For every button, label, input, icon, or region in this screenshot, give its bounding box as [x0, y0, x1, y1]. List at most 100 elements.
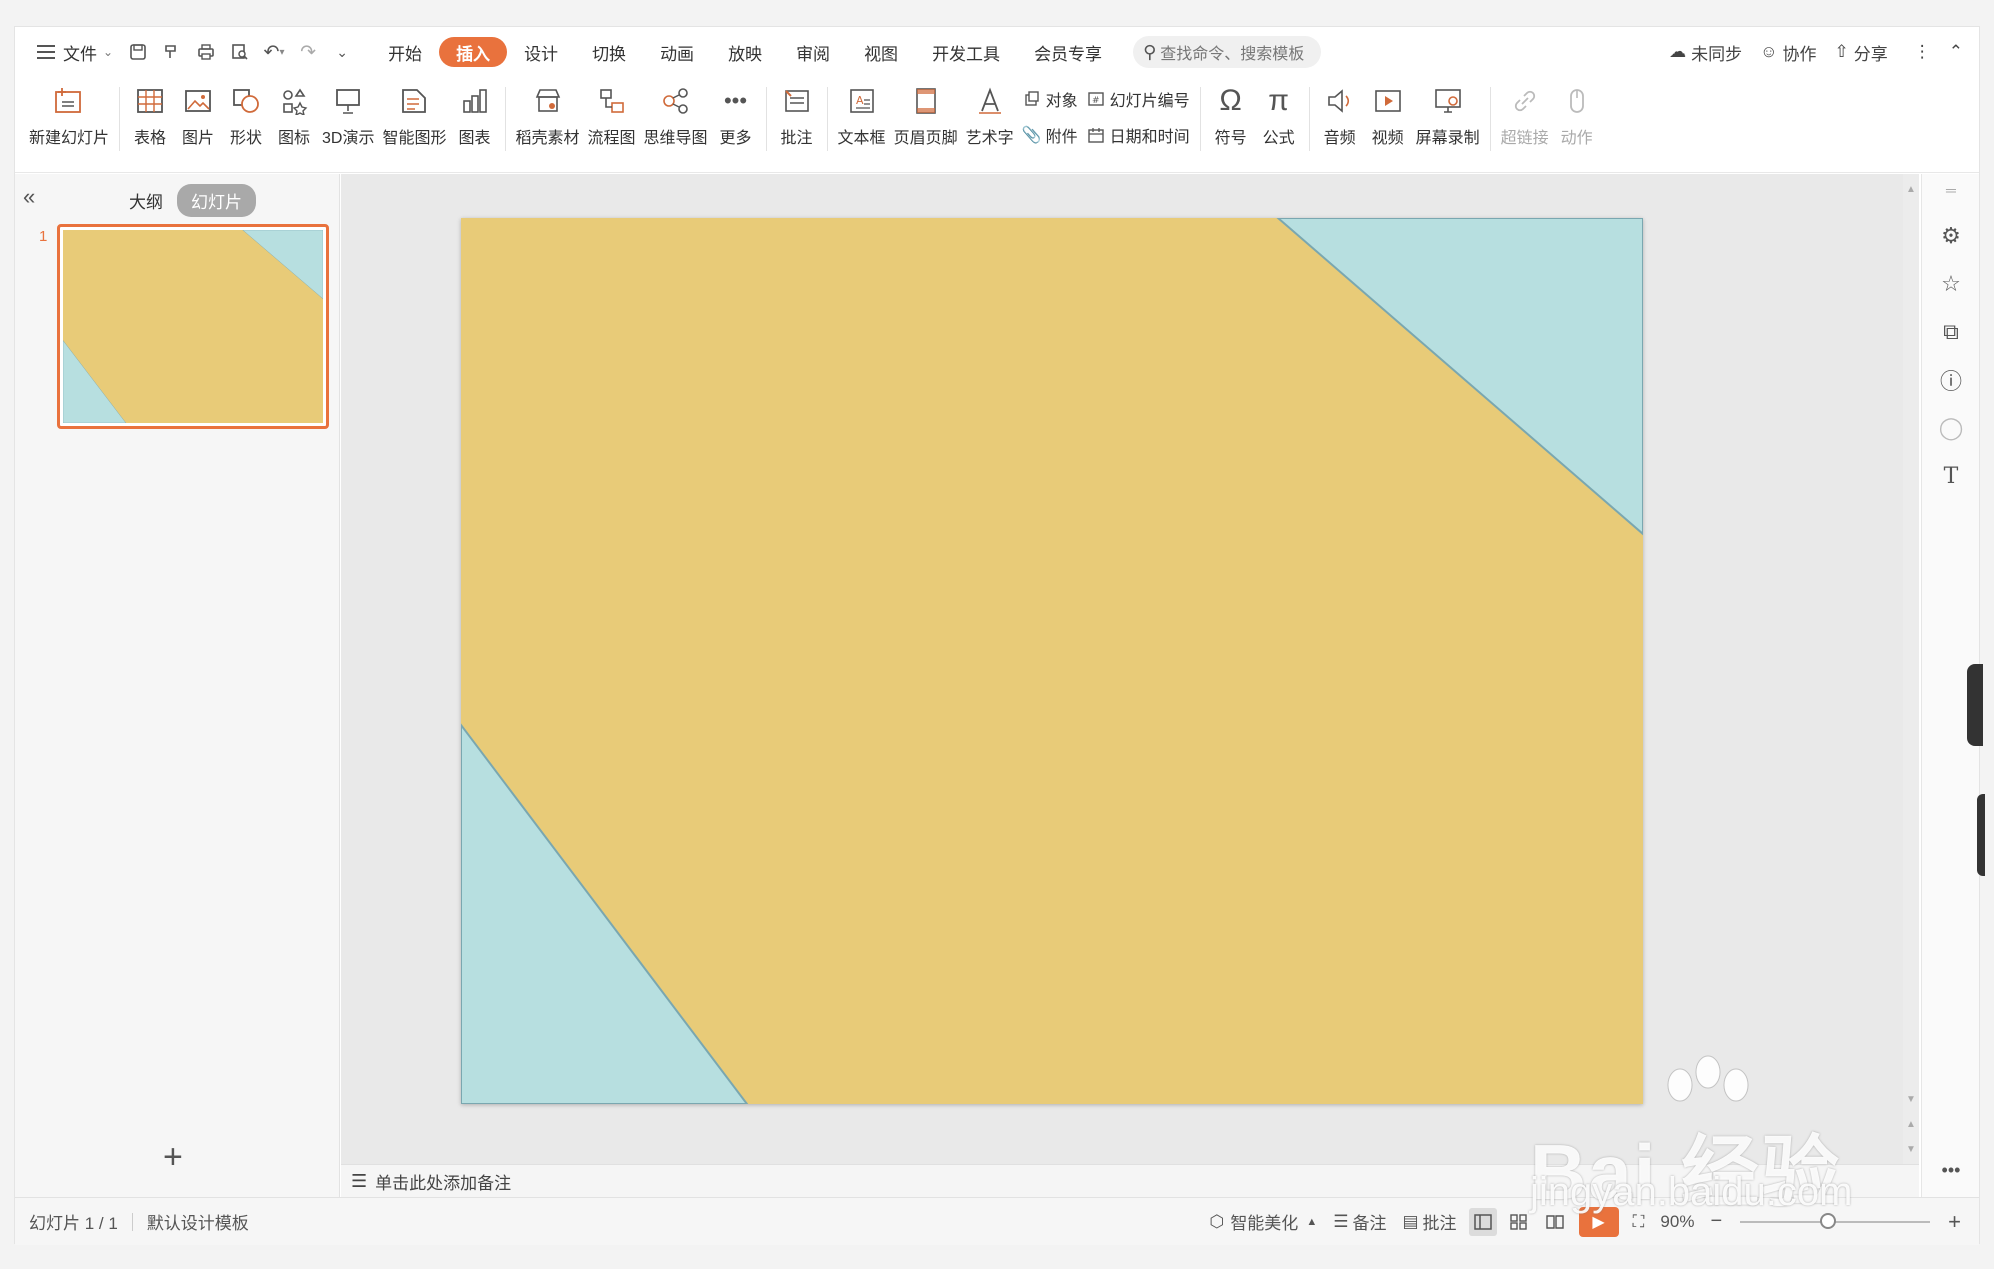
screen-record-button[interactable]: 屏幕录制: [1416, 77, 1480, 157]
vertical-scrollbar[interactable]: ▲ ▼ ▲ ▼: [1903, 174, 1919, 1164]
text-format-icon[interactable]: T: [1939, 464, 1963, 489]
ribbon-divider: [826, 87, 828, 151]
copy-layout-icon[interactable]: ⧉: [1939, 319, 1963, 344]
help-icon[interactable]: ⓘ: [1939, 368, 1963, 394]
side-panel-handle[interactable]: [1967, 664, 1983, 746]
zoom-out-icon[interactable]: −: [1702, 1210, 1730, 1233]
format-painter-icon[interactable]: [155, 36, 189, 68]
comments-toggle-button[interactable]: ▤ 批注: [1394, 1209, 1464, 1234]
save-icon[interactable]: [121, 36, 155, 68]
icon-library-button[interactable]: 图标: [274, 77, 314, 157]
template-name[interactable]: 默认设计模板: [133, 1209, 263, 1234]
side-panel-handle[interactable]: [1977, 794, 1985, 876]
lightbulb-icon[interactable]: ◯: [1939, 415, 1964, 440]
tab-slides[interactable]: 幻灯片: [177, 184, 256, 217]
print-preview-icon[interactable]: [223, 36, 257, 68]
hyperlink-button[interactable]: 超链接: [1501, 77, 1549, 157]
mindmap-label: 思维导图: [643, 130, 708, 147]
sync-status-button[interactable]: ☁ 未同步: [1669, 40, 1742, 65]
flowchart-button[interactable]: 流程图: [588, 77, 636, 157]
daoke-material-button[interactable]: 稻壳素材: [516, 77, 580, 157]
more-button[interactable]: ••• 更多: [716, 77, 756, 157]
undo-icon[interactable]: ↶ ▾: [257, 36, 291, 68]
print-icon[interactable]: [189, 36, 223, 68]
textbox-button[interactable]: A 文本框: [838, 77, 886, 157]
smartart-button[interactable]: 智能图形: [382, 77, 447, 157]
tab-slideshow[interactable]: 放映: [711, 36, 779, 68]
prev-slide-icon[interactable]: ▲: [1906, 1119, 1916, 1130]
notes-bar[interactable]: ☰ 单击此处添加备注: [341, 1164, 1919, 1197]
customize-quick-access-icon[interactable]: ⌄: [325, 36, 359, 68]
omega-icon: Ω: [1219, 84, 1242, 117]
zoom-level[interactable]: 90%: [1652, 1212, 1702, 1232]
new-slide-button[interactable]: 新建幻灯片: [29, 77, 109, 157]
fit-window-icon[interactable]: ⛶: [1625, 1212, 1653, 1232]
more-options-icon[interactable]: ⋮: [1914, 42, 1931, 62]
wordart-button[interactable]: 艺术字: [966, 77, 1014, 157]
formula-button[interactable]: π 公式: [1259, 77, 1299, 157]
zoom-in-icon[interactable]: +: [1940, 1209, 1969, 1235]
share-button[interactable]: ⇧ 分享: [1835, 40, 1888, 65]
collapse-panel-icon[interactable]: «: [23, 184, 35, 210]
file-menu[interactable]: 文件 ⌄: [29, 36, 121, 68]
chart-button[interactable]: 图表: [455, 77, 495, 157]
add-slide-button[interactable]: +: [163, 1138, 183, 1177]
share-icon: ⇧: [1834, 42, 1849, 61]
action-button[interactable]: 动作: [1557, 77, 1597, 157]
play-slideshow-button[interactable]: ▶: [1578, 1206, 1619, 1237]
picture-button[interactable]: 图片: [178, 77, 218, 157]
comment-button[interactable]: 批注: [777, 77, 817, 157]
tab-animation[interactable]: 动画: [643, 36, 711, 68]
daoke-material-label: 稻壳素材: [515, 130, 580, 147]
tab-membership[interactable]: 会员专享: [1017, 36, 1119, 68]
zoom-slider-knob[interactable]: [1820, 1212, 1837, 1229]
object-button[interactable]: 对象: [1022, 87, 1078, 111]
smart-beautify-button[interactable]: ⬡ 智能美化 ▲: [1201, 1209, 1325, 1234]
header-footer-button[interactable]: 页眉页脚: [894, 77, 958, 157]
tab-outline[interactable]: 大纲: [115, 184, 177, 217]
shape-label: 形状: [230, 130, 263, 147]
normal-view-icon[interactable]: [1468, 1207, 1497, 1236]
comments-toggle-label: 批注: [1422, 1214, 1457, 1233]
right-tool-sidebar: ═ ⚙ ☆ ⧉ ⓘ ◯ T •••: [1921, 174, 1985, 1197]
next-slide-icon[interactable]: ▼: [1906, 1144, 1916, 1155]
search-icon: ⚲: [1143, 41, 1157, 62]
video-button[interactable]: 视频: [1368, 77, 1408, 157]
collaborate-button[interactable]: ☺ 协作: [1760, 40, 1816, 65]
tab-transition[interactable]: 切换: [575, 36, 643, 68]
sidebar-more-icon[interactable]: •••: [1939, 1158, 1963, 1182]
tab-view[interactable]: 视图: [847, 36, 915, 68]
symbol-button[interactable]: Ω 符号: [1211, 77, 1251, 157]
icons-icon: [274, 81, 314, 121]
shape-button[interactable]: 形状: [226, 77, 266, 157]
slide-1[interactable]: [461, 218, 1643, 1104]
formula-label: 公式: [1262, 130, 1295, 147]
table-button[interactable]: 表格: [130, 77, 170, 157]
notes-toggle-button[interactable]: ☰ 备注: [1325, 1209, 1394, 1234]
tab-insert[interactable]: 插入: [439, 37, 508, 67]
datetime-button[interactable]: 日期和时间: [1086, 123, 1190, 147]
slide-thumbnail[interactable]: [57, 224, 329, 429]
star-icon[interactable]: ☆: [1939, 271, 1963, 296]
audio-button[interactable]: 音频: [1320, 77, 1360, 157]
slide-sorter-view-icon[interactable]: [1505, 1208, 1533, 1236]
tab-design[interactable]: 设计: [507, 36, 575, 68]
redo-icon[interactable]: ↷: [291, 36, 325, 68]
icon-library-label: 图标: [278, 130, 311, 147]
search-placeholder: 查找命令、搜索模板: [1160, 46, 1305, 63]
slide-number-button[interactable]: # 幻灯片编号: [1086, 87, 1190, 111]
collapse-ribbon-icon[interactable]: ⌃: [1949, 42, 1963, 62]
reading-view-icon[interactable]: [1541, 1208, 1569, 1236]
scroll-up-icon[interactable]: ▲: [1906, 184, 1916, 195]
zoom-slider[interactable]: [1740, 1212, 1931, 1229]
mindmap-button[interactable]: 思维导图: [644, 77, 708, 157]
properties-sliders-icon[interactable]: ⚙: [1939, 223, 1963, 248]
tab-review[interactable]: 审阅: [779, 36, 847, 68]
scroll-down-icon[interactable]: ▼: [1906, 1094, 1916, 1105]
tab-start[interactable]: 开始: [371, 36, 439, 68]
attachment-button[interactable]: 📎 附件: [1022, 123, 1078, 147]
slide-graphic: [461, 218, 1643, 1104]
command-search-input[interactable]: ⚲ 查找命令、搜索模板: [1133, 36, 1322, 68]
3d-demo-button[interactable]: 3D演示: [322, 77, 374, 157]
tab-developer[interactable]: 开发工具: [915, 36, 1017, 68]
